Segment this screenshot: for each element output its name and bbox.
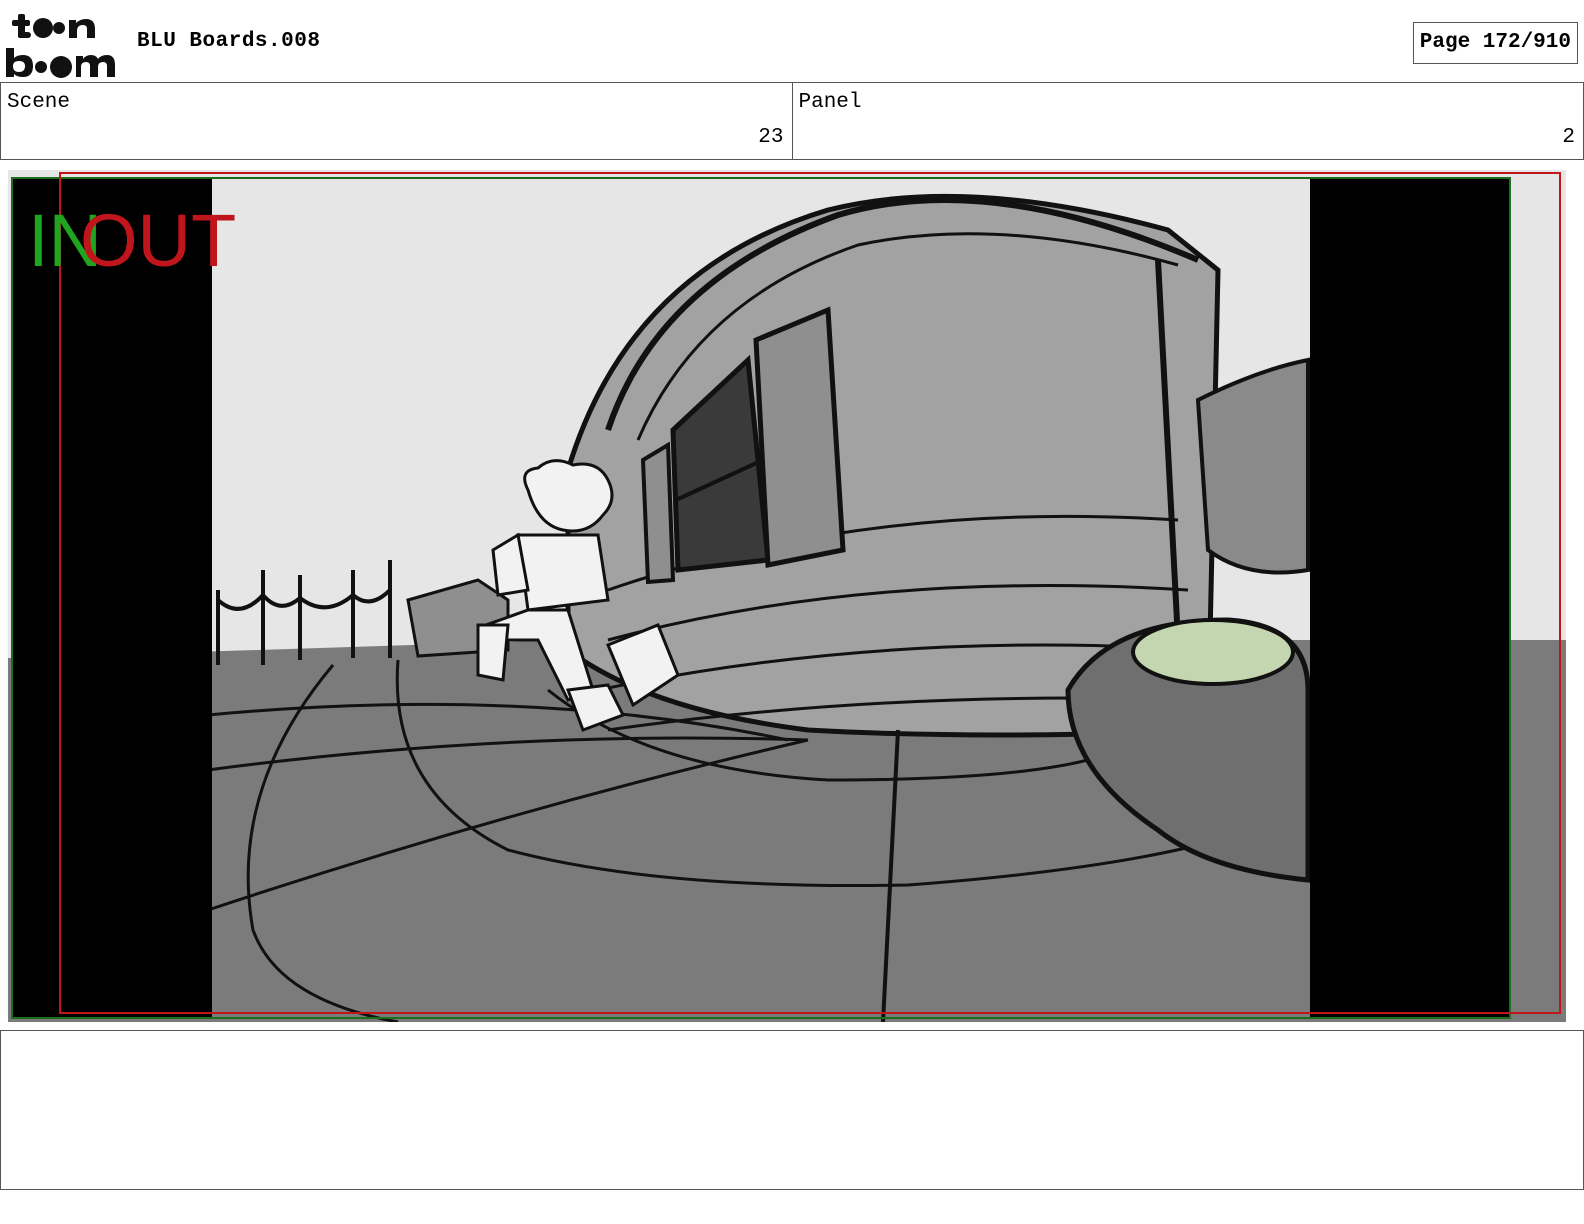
out-marker: OUT xyxy=(80,199,236,282)
panel-label: Panel xyxy=(798,91,862,114)
scene-panel-row: Scene 23 Panel 2 xyxy=(0,82,1584,160)
toonboom-logo xyxy=(6,12,116,78)
scene-cell: Scene 23 xyxy=(1,83,792,159)
scene-label: Scene xyxy=(7,91,71,114)
document-title: BLU Boards.008 xyxy=(137,30,321,53)
storyboard-panel-image: IN OUT xyxy=(8,170,1566,1022)
page-indicator: Page 172/910 xyxy=(1412,22,1578,64)
panel-number: 2 xyxy=(1562,126,1575,149)
scene-number: 23 xyxy=(758,126,784,149)
caption-box xyxy=(0,1030,1584,1190)
panel-cell: Panel 2 xyxy=(791,83,1584,159)
